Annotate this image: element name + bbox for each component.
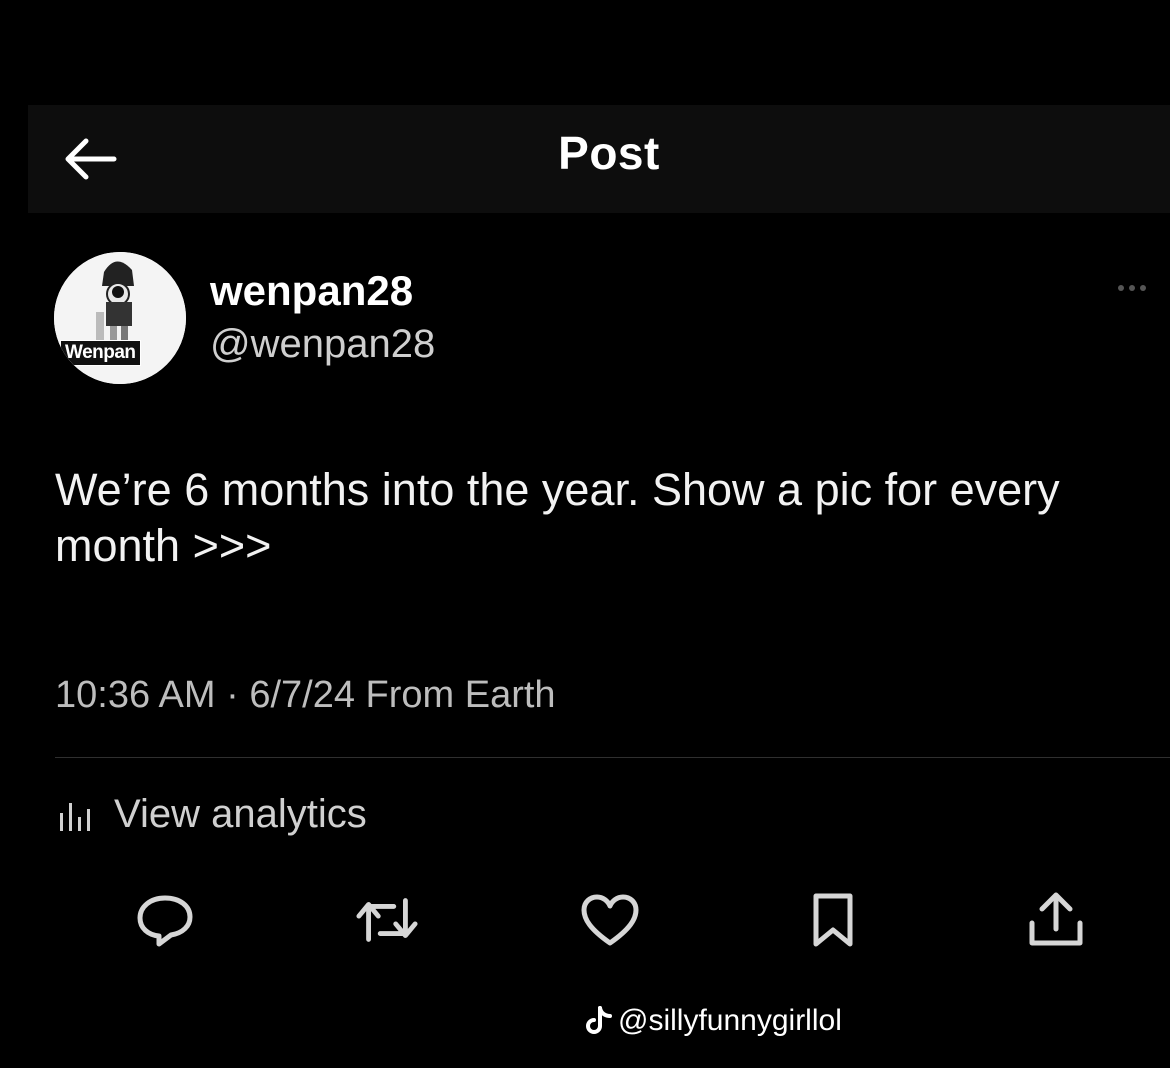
- more-options-button[interactable]: [1118, 280, 1162, 296]
- post-timestamp: 10:36 AM · 6/7/24 From Earth: [55, 674, 556, 716]
- watermark: @sillyfunnygirllol: [586, 1004, 842, 1038]
- page-title: Post: [558, 127, 660, 179]
- avatar[interactable]: Wenpan: [54, 252, 186, 384]
- view-analytics-button[interactable]: View analytics: [58, 792, 367, 837]
- bookmark-button[interactable]: [801, 888, 865, 952]
- watermark-text: @sillyfunnygirllol: [618, 1004, 842, 1037]
- like-icon: [581, 894, 639, 946]
- top-app-bar: Post: [28, 105, 1170, 213]
- dot: [1118, 285, 1124, 291]
- repost-button[interactable]: [355, 888, 419, 952]
- avatar-logo-text: Wenpan: [60, 340, 141, 366]
- reply-icon: [137, 895, 193, 947]
- share-button[interactable]: [1024, 888, 1088, 952]
- tiktok-logo-icon: [586, 1006, 612, 1034]
- author-display-name[interactable]: wenpan28: [210, 266, 413, 316]
- view-analytics-label: View analytics: [114, 792, 367, 836]
- post-text: We’re 6 months into the year. Show a pic…: [55, 464, 1060, 571]
- author-handle[interactable]: @wenpan28: [210, 320, 435, 368]
- reply-button[interactable]: [133, 888, 197, 952]
- like-button[interactable]: [578, 888, 642, 952]
- divider: [55, 757, 1170, 758]
- dot: [1140, 285, 1146, 291]
- repost-icon: [356, 898, 418, 942]
- dot: [1129, 285, 1135, 291]
- share-icon: [1029, 892, 1083, 946]
- action-bar: [0, 888, 1170, 958]
- analytics-bars-icon: [60, 802, 90, 831]
- bookmark-icon: [813, 893, 853, 947]
